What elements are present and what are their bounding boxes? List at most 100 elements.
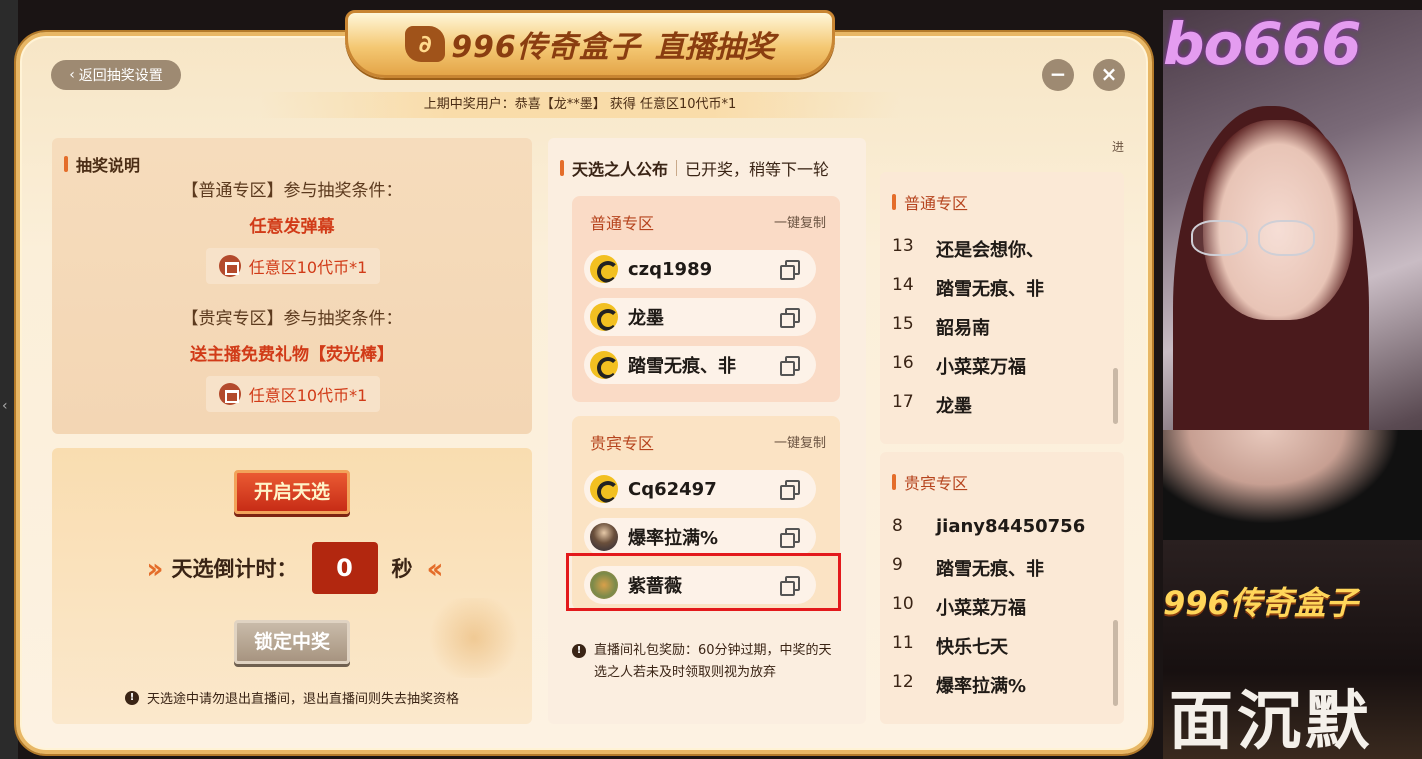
stream-handle: bo666 <box>1163 10 1361 78</box>
countdown-label: 天选倒计时： <box>171 557 298 581</box>
winner-row: 踏雪无痕、非 <box>584 346 816 384</box>
start-panel: 开启天选 ›› 天选倒计时： 0 秒 ‹‹ 锁定中奖 ! 天选途中请勿退出直播间… <box>52 448 532 724</box>
rank-number: 8 <box>892 516 903 536</box>
rank-name: 快乐七天 <box>936 637 1008 658</box>
rank-number: 11 <box>892 633 914 653</box>
vip-zone-title: 贵宾专区 <box>590 434 655 453</box>
countdown-row: ›› 天选倒计时： 0 秒 ‹‹ <box>52 542 532 594</box>
brand-logo-icon: ∂ <box>405 26 446 62</box>
selection-highlight <box>566 553 841 611</box>
normal-ranking-list: 普通专区 13 还是会想你、 14 踏雪无痕、非 15 韶易南 16 小菜菜万福… <box>880 172 1124 444</box>
rank-name: 龙墨 <box>936 396 972 417</box>
announce-title: 天选之人公布 <box>572 160 669 179</box>
last-winner-banner: 上期中奖用户：恭喜【龙**墨】 获得 任意区10代币*1 <box>260 92 900 118</box>
copy-all-vip-button[interactable]: 一键复制 <box>774 432 826 451</box>
copy-icon[interactable] <box>780 356 800 376</box>
vip-requirement: 送主播免费礼物【荧光棒】 <box>190 345 394 365</box>
vip-ranking-list: 贵宾专区 8 jiany84450756 9 踏雪无痕、非 10 小菜菜万福 1… <box>880 452 1124 724</box>
chevron-left-icon[interactable]: ‹ <box>2 398 12 420</box>
back-button[interactable]: ‹ 返回抽奖设置 <box>51 60 181 90</box>
vip-ranking-title: 贵宾专区 <box>904 474 969 493</box>
normal-prize-label: 任意区10代币*1 <box>248 258 368 277</box>
rank-number: 13 <box>892 236 914 256</box>
list-item: 14 踏雪无痕、非 <box>892 275 1112 301</box>
start-draw-button[interactable]: 开启天选 <box>234 470 350 514</box>
title-banner: ∂ 996传奇盒子 直播抽奖 <box>345 10 835 78</box>
list-item: 17 龙墨 <box>892 392 1112 418</box>
avatar <box>590 475 618 503</box>
divider <box>676 160 678 176</box>
double-chevron-left-icon: ‹‹ <box>426 551 444 585</box>
back-button-label: 返回抽奖设置 <box>78 68 163 84</box>
double-chevron-right-icon: ›› <box>146 551 163 585</box>
warning-icon: ! <box>572 644 586 658</box>
scrollbar[interactable] <box>1113 368 1118 424</box>
avatar <box>590 303 618 331</box>
rank-name: 踏雪无痕、非 <box>936 279 1044 300</box>
lock-winner-button[interactable]: 锁定中奖 <box>234 620 350 664</box>
announce-status: 已开奖，稍等下一轮 <box>685 160 830 179</box>
announce-heading: 天选之人公布 已开奖，稍等下一轮 <box>560 156 829 180</box>
copy-all-normal-button[interactable]: 一键复制 <box>774 212 826 231</box>
countdown-unit: 秒 <box>391 557 413 581</box>
reward-notice: ! 直播间礼包奖励：60分钟过期，中奖的天选之人若未及时领取则视为放弃 <box>572 640 844 684</box>
close-button[interactable]: × <box>1093 59 1125 91</box>
vip-ranking-heading: 贵宾专区 <box>892 470 968 494</box>
rank-number: 15 <box>892 314 914 334</box>
normal-ranking-heading: 普通专区 <box>892 190 968 214</box>
winner-row: Cq62497 <box>584 470 816 508</box>
rules-panel: 抽奖说明 【普通专区】参与抽奖条件： 任意发弹幕 任意区10代币*1 【贵宾专区… <box>52 138 532 434</box>
drum-decoration <box>424 598 524 678</box>
heading-accent-bar <box>560 160 564 176</box>
vip-prize-chip: 任意区10代币*1 <box>206 376 380 412</box>
heading-accent-bar <box>892 194 896 210</box>
rules-heading: 抽奖说明 <box>64 152 140 176</box>
winner-row: 爆率拉满% <box>584 518 816 556</box>
stream-calligraphy: 面沉默 <box>1169 684 1373 759</box>
rank-number: 16 <box>892 353 914 373</box>
gift-icon <box>218 255 241 277</box>
copy-icon[interactable] <box>780 260 800 280</box>
rank-name: 踏雪无痕、非 <box>936 559 1044 580</box>
countdown-value: 0 <box>311 542 378 594</box>
heading-accent-bar <box>64 156 68 172</box>
reward-notice-text: 直播间礼包奖励：60分钟过期，中奖的天选之人若未及时领取则视为放弃 <box>594 643 832 680</box>
avatar <box>590 523 618 551</box>
chevron-left-icon: ‹ <box>69 67 75 83</box>
rank-name: jiany84450756 <box>936 516 1086 537</box>
rank-name: 韶易南 <box>936 318 990 339</box>
copy-icon[interactable] <box>780 480 800 500</box>
list-item: 8 jiany84450756 <box>892 516 1112 537</box>
scrollbar[interactable] <box>1113 620 1118 706</box>
winner-name: 踏雪无痕、非 <box>628 356 736 377</box>
rank-number: 10 <box>892 594 914 614</box>
winner-row: czq1989 <box>584 250 816 288</box>
ranking-enter-link[interactable]: 进 <box>1112 138 1124 155</box>
list-item: 13 还是会想你、 <box>892 236 1112 262</box>
winner-row: 龙墨 <box>584 298 816 336</box>
exit-warning: ! 天选途中请勿退出直播间，退出直播间则失去抽奖资格 <box>52 688 532 707</box>
copy-icon[interactable] <box>780 528 800 548</box>
vip-condition: 【贵宾专区】参与抽奖条件： <box>181 309 403 329</box>
copy-icon[interactable] <box>780 308 800 328</box>
modal-title: 直播抽奖 <box>654 30 775 65</box>
normal-condition: 【普通专区】参与抽奖条件： <box>181 181 403 201</box>
rank-name: 小菜菜万福 <box>936 598 1026 619</box>
exit-warning-text: 天选途中请勿退出直播间，退出直播间则失去抽奖资格 <box>146 692 459 707</box>
minimize-button[interactable]: − <box>1042 59 1074 91</box>
normal-ranking-title: 普通专区 <box>904 194 969 213</box>
list-item: 9 踏雪无痕、非 <box>892 555 1112 581</box>
list-item: 12 爆率拉满% <box>892 672 1112 698</box>
stream-brand-logo: 996传奇盒子 <box>1163 584 1358 622</box>
rank-name: 爆率拉满% <box>936 676 1027 697</box>
rank-number: 14 <box>892 275 914 295</box>
stream-preview: bo666 996传奇盒子 面沉默 <box>1163 10 1422 759</box>
list-item: 15 韶易南 <box>892 314 1112 340</box>
glasses <box>1191 220 1315 256</box>
rules-heading-label: 抽奖说明 <box>76 156 141 175</box>
rank-name: 小菜菜万福 <box>936 357 1026 378</box>
normal-requirement: 任意发弹幕 <box>249 217 335 237</box>
heading-accent-bar <box>892 474 896 490</box>
winner-name: 爆率拉满% <box>628 528 719 549</box>
rank-number: 17 <box>892 392 914 412</box>
